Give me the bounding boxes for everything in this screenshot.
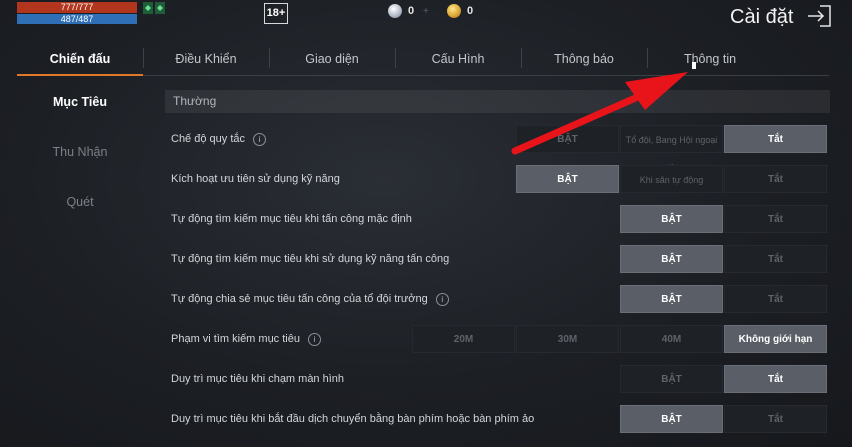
- search-range-options: 20M 30M 40M Không giới hạn: [411, 325, 827, 353]
- exit-button[interactable]: [806, 4, 832, 28]
- option-off[interactable]: Tắt: [724, 165, 827, 193]
- setting-skill-priority: Kích hoạt ưu tiên sử dụng kỹ năng: [171, 165, 340, 193]
- info-icon[interactable]: i: [307, 332, 321, 346]
- tab-notifications[interactable]: Thông báo: [521, 45, 647, 75]
- hp-bar: 777/777: [17, 2, 137, 13]
- option-off[interactable]: Tắt: [724, 125, 827, 153]
- option-20m[interactable]: 20M: [412, 325, 515, 353]
- keep-target-touch-options: BẬT Tắt: [619, 365, 827, 393]
- mouse-cursor-icon: [692, 62, 696, 69]
- setting-rule-mode: Chế độ quy tắc i: [171, 125, 266, 153]
- option-on[interactable]: BẬT: [516, 125, 619, 153]
- tab-combat[interactable]: Chiến đấu: [17, 45, 143, 76]
- rule-mode-options: BẬT Tổ đội, Bang Hội ngoại lệ Tắt: [515, 125, 827, 173]
- option-30m[interactable]: 30M: [516, 325, 619, 353]
- option-off[interactable]: Tắt: [724, 365, 827, 393]
- section-header: Thường: [165, 90, 830, 113]
- side-menu: Mục Tiêu Thu Nhận Quét: [17, 88, 143, 238]
- setting-label: Duy trì mục tiêu khi bắt đầu dịch chuyển…: [171, 413, 535, 425]
- keep-target-move-options: BẬT Tắt: [619, 405, 827, 433]
- option-auto-hunt[interactable]: Khi săn tự động: [620, 165, 723, 193]
- option-on[interactable]: BẬT: [620, 365, 723, 393]
- setting-label: Tự động tìm kiếm mục tiêu khi tấn công m…: [171, 213, 412, 225]
- option-off[interactable]: Tắt: [724, 205, 827, 233]
- page-title: Cài đặt: [730, 6, 794, 28]
- mp-bar: 487/487: [17, 14, 137, 24]
- auto-target-skill-options: BẬT Tắt: [619, 245, 827, 273]
- side-item-scan[interactable]: Quét: [17, 188, 143, 238]
- diamond-count: 0: [408, 5, 415, 17]
- tab-controls[interactable]: Điều Khiển: [143, 45, 269, 75]
- option-off[interactable]: Tắt: [724, 405, 827, 433]
- diamond-currency: 0: [388, 4, 414, 18]
- option-on[interactable]: BẬT: [620, 245, 723, 273]
- gold-count: 0: [467, 5, 474, 17]
- setting-label: Kích hoạt ưu tiên sử dụng kỹ năng: [171, 173, 340, 185]
- setting-label: Tự động chia sẻ mục tiêu tấn công của tổ…: [171, 293, 428, 305]
- auto-target-attack-options: BẬT Tắt: [619, 205, 827, 233]
- option-on[interactable]: BẬT: [620, 285, 723, 313]
- tab-config[interactable]: Cấu Hình: [395, 45, 521, 75]
- option-40m[interactable]: 40M: [620, 325, 723, 353]
- buff-icon: [143, 2, 165, 14]
- age-rating-badge: 18+: [264, 3, 288, 24]
- share-leader-target-options: BẬT Tắt: [619, 285, 827, 313]
- currency-separator: +: [423, 6, 429, 17]
- option-on[interactable]: BẬT: [620, 205, 723, 233]
- diamond-icon: [388, 4, 402, 18]
- skill-priority-options: BẬT Khi săn tự động Tắt: [515, 165, 827, 193]
- side-item-target[interactable]: Mục Tiêu: [17, 88, 143, 138]
- option-off[interactable]: Tắt: [724, 285, 827, 313]
- setting-label: Chế độ quy tắc: [171, 133, 245, 145]
- setting-auto-target-skill: Tự động tìm kiếm mục tiêu khi sử dụng kỹ…: [171, 245, 449, 273]
- exit-icon: [808, 5, 831, 27]
- setting-label: Duy trì mục tiêu khi chạm màn hình: [171, 373, 345, 385]
- setting-auto-target-attack: Tự động tìm kiếm mục tiêu khi tấn công m…: [171, 205, 412, 233]
- option-unlimited[interactable]: Không giới hạn: [724, 325, 827, 353]
- gold-currency: 0: [447, 4, 473, 18]
- option-on[interactable]: BẬT: [516, 165, 619, 193]
- setting-label: Tự động tìm kiếm mục tiêu khi sử dụng kỹ…: [171, 253, 450, 265]
- option-off[interactable]: Tắt: [724, 245, 827, 273]
- option-party-guild-exception[interactable]: Tổ đội, Bang Hội ngoại lệ: [620, 125, 723, 173]
- gold-coin-icon: [447, 4, 461, 18]
- setting-label: Phạm vi tìm kiếm mục tiêu: [171, 333, 300, 345]
- setting-keep-target-touch: Duy trì mục tiêu khi chạm màn hình: [171, 365, 344, 393]
- setting-search-range: Phạm vi tìm kiếm mục tiêu i: [171, 325, 321, 353]
- tab-info[interactable]: Thông tin: [647, 45, 773, 75]
- side-item-collect[interactable]: Thu Nhận: [17, 138, 143, 188]
- setting-keep-target-move: Duy trì mục tiêu khi bắt đầu dịch chuyển…: [171, 405, 534, 433]
- settings-tabs: Chiến đấu Điều Khiển Giao diện Cấu Hình …: [17, 45, 829, 76]
- info-icon[interactable]: i: [253, 132, 266, 146]
- info-icon[interactable]: i: [435, 292, 449, 306]
- setting-share-leader-target: Tự động chia sẻ mục tiêu tấn công của tổ…: [171, 285, 449, 313]
- option-on[interactable]: BẬT: [620, 405, 723, 433]
- tab-interface[interactable]: Giao diện: [269, 45, 395, 75]
